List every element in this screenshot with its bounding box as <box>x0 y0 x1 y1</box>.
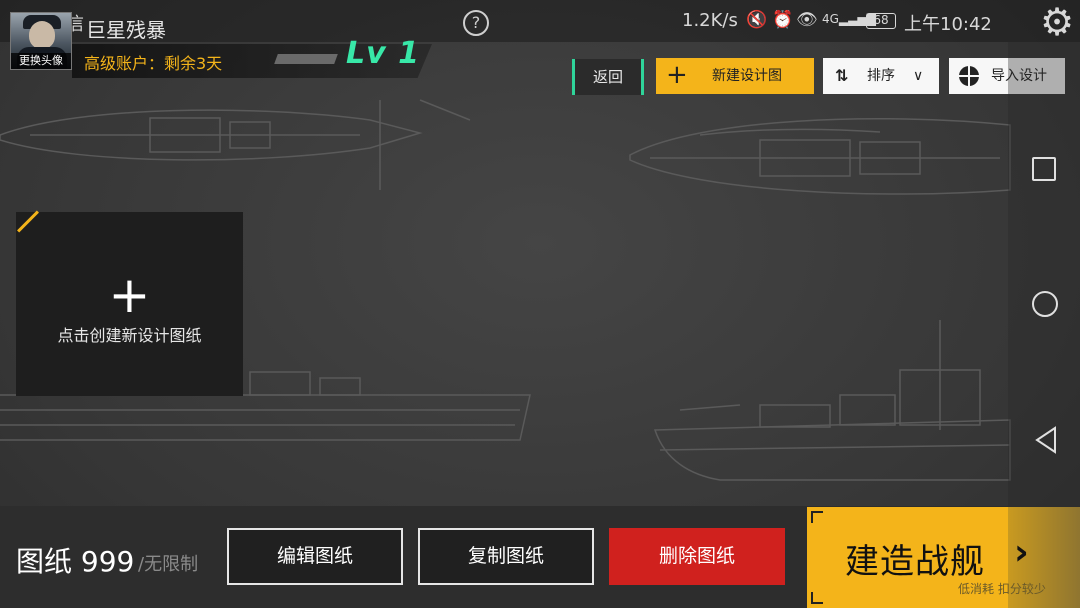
create-new-blueprint-card[interactable]: + 点击创建新设计图纸 <box>16 210 243 396</box>
corner-bracket <box>811 592 823 604</box>
create-new-label: 点击创建新设计图纸 <box>57 326 202 345</box>
chevron-down-icon: ∨ <box>913 68 924 84</box>
help-icon[interactable]: ? <box>463 10 489 36</box>
sort-icon: ⇅ <box>835 66 849 85</box>
plus-icon: + <box>108 266 151 324</box>
edit-blueprint-button[interactable]: 编辑图纸 <box>227 528 403 585</box>
globe-icon <box>959 66 979 86</box>
sort-dropdown[interactable]: ⇅ 排序 ∨ <box>823 58 939 94</box>
eye-icon: 👁 <box>796 10 818 30</box>
copy-blueprint-button[interactable]: 复制图纸 <box>418 528 594 585</box>
chevron-right-icon: › <box>1014 532 1029 573</box>
change-avatar-label[interactable]: 更换头像 <box>11 53 71 69</box>
card-corner-accent <box>17 210 39 233</box>
alarm-icon: ⏰ <box>772 10 794 30</box>
blueprint-limit: /无限制 <box>138 554 199 575</box>
build-warship-label: 建造战舰 <box>845 542 985 582</box>
new-design-label: 新建设计图 <box>712 68 782 84</box>
avatar-face <box>29 21 55 49</box>
player-name: 巨星残暴 <box>86 18 166 42</box>
back-button[interactable]: 返回 <box>572 59 644 95</box>
build-sub-label: 低消耗 扣分较少 <box>958 582 1046 596</box>
corner-bracket <box>811 511 823 523</box>
plus-icon: + <box>666 60 688 90</box>
blueprint-count: 图纸 999 <box>16 545 135 578</box>
mute-icon: 🔇 <box>746 10 768 30</box>
gear-icon[interactable]: ⚙ <box>1040 2 1074 42</box>
back-triangle-icon[interactable] <box>1034 426 1058 454</box>
new-design-button[interactable]: + 新建设计图 <box>656 58 814 94</box>
battery-icon: 68 <box>866 13 896 29</box>
level-progress-bar <box>274 54 338 64</box>
avatar[interactable]: 更换头像 <box>10 12 72 70</box>
clock: 上午10:42 <box>904 14 992 35</box>
account-status: 高级账户：剩余3天 <box>84 54 223 73</box>
sort-label: 排序 <box>867 68 895 84</box>
delete-blueprint-button[interactable]: 删除图纸 <box>609 528 785 585</box>
network-speed: 1.2K/s <box>682 10 738 31</box>
home-icon[interactable] <box>1032 291 1058 317</box>
recent-apps-icon[interactable] <box>1032 157 1056 181</box>
level-text: Lv 1 <box>346 36 420 71</box>
